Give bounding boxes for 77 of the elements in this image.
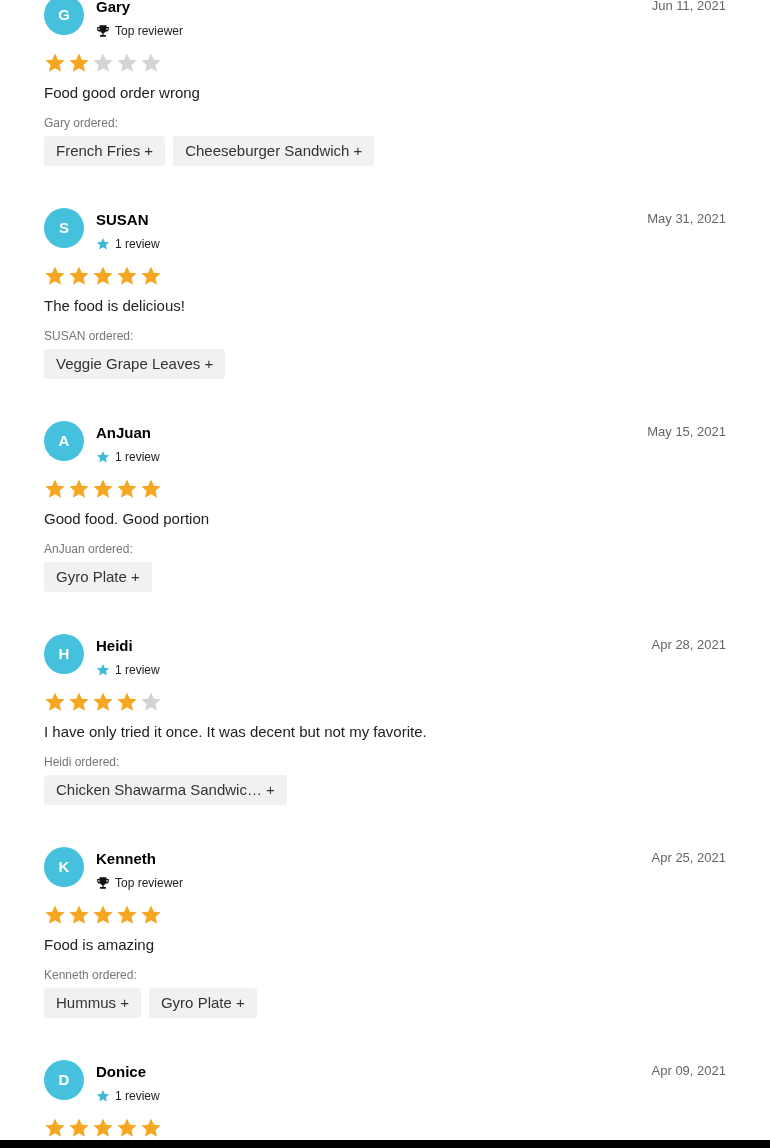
- avatar: K: [44, 847, 84, 887]
- star-icon: [96, 237, 110, 251]
- reviewer-name: Gary: [96, 0, 131, 17]
- reviewer-name: SUSAN: [96, 210, 149, 230]
- star-icon: [92, 265, 114, 287]
- ordered-item-chip[interactable]: Gyro Plate +: [44, 562, 152, 592]
- ordered-label: Heidi ordered:: [44, 754, 121, 770]
- star-icon: [92, 1117, 114, 1139]
- star-icon: [44, 478, 66, 500]
- star-icon: [140, 691, 162, 713]
- star-icon: [96, 663, 110, 677]
- ordered-label: Gary ordered:: [44, 115, 120, 131]
- star-icon: [68, 478, 90, 500]
- star-icon: [44, 52, 66, 74]
- review-text: I have only tried it once. It was decent but not my favorite.: [44, 722, 428, 742]
- star-icon: [140, 52, 162, 74]
- star-icon: [96, 450, 110, 464]
- star-icon: [116, 265, 138, 287]
- star-icon: [116, 52, 138, 74]
- reviewer-status-label: Top reviewer: [115, 875, 184, 891]
- ordered-item-chip[interactable]: Gyro Plate +: [148, 988, 257, 1018]
- review-date: Apr 28, 2021: [651, 636, 726, 654]
- star-icon: [92, 52, 114, 74]
- ordered-item-chip[interactable]: Hummus +: [44, 988, 141, 1018]
- reviewer-status-label: Top reviewer: [115, 23, 184, 39]
- review-text: The food is delicious!: [44, 296, 186, 316]
- star-icon: [68, 52, 90, 74]
- ordered-label: AnJuan ordered:: [44, 541, 134, 557]
- reviewer-name: Donice: [96, 1062, 146, 1082]
- ordered-label: Kenneth ordered:: [44, 967, 138, 983]
- star-icon: [92, 691, 114, 713]
- review-date: May 31, 2021: [647, 210, 726, 228]
- star-icon: [140, 1117, 162, 1139]
- review-date: Apr 09, 2021: [651, 1062, 726, 1080]
- star-icon: [68, 1117, 90, 1139]
- reviewer-status-label: 1 review: [115, 236, 160, 252]
- reviewer-status-label: 1 review: [115, 662, 160, 678]
- star-icon: [140, 265, 162, 287]
- review-text: Food good order wrong: [44, 83, 201, 103]
- reviewer-status-label: 1 review: [115, 449, 160, 465]
- star-icon: [92, 478, 114, 500]
- star-icon: [116, 478, 138, 500]
- trophy-icon: [96, 24, 110, 38]
- review-date: May 15, 2021: [647, 423, 726, 441]
- star-icon: [96, 1089, 110, 1103]
- avatar: D: [44, 1060, 84, 1100]
- reviewer-name: Heidi: [96, 636, 133, 656]
- star-icon: [140, 478, 162, 500]
- star-icon: [92, 904, 114, 926]
- review-date: Jun 11, 2021: [651, 0, 726, 15]
- star-icon: [68, 691, 90, 713]
- star-icon: [44, 265, 66, 287]
- star-icon: [116, 1117, 138, 1139]
- reviewer-name: AnJuan: [96, 423, 151, 443]
- star-icon: [140, 904, 162, 926]
- ordered-item-chip[interactable]: French Fries +: [44, 136, 166, 166]
- star-icon: [68, 265, 90, 287]
- avatar: A: [44, 421, 84, 461]
- review-text: Good food. Good portion: [44, 509, 211, 529]
- reviewer-status-label: 1 review: [115, 1088, 160, 1104]
- ordered-item-chip[interactable]: Cheeseburger Sandwich +: [173, 136, 375, 166]
- avatar: G: [44, 0, 84, 35]
- star-icon: [68, 904, 90, 926]
- avatar: H: [44, 634, 84, 674]
- star-icon: [44, 691, 66, 713]
- trophy-icon: [96, 876, 110, 890]
- star-icon: [116, 691, 138, 713]
- review-date: Apr 25, 2021: [651, 849, 726, 867]
- ordered-item-chip[interactable]: Veggie Grape Leaves +: [44, 349, 226, 379]
- reviewer-name: Kenneth: [96, 849, 156, 869]
- star-icon: [116, 904, 138, 926]
- ordered-item-chip[interactable]: Chicken Shawarma Sandwic… +: [44, 775, 287, 805]
- review-text: Food is amazing: [44, 935, 156, 955]
- star-icon: [44, 1117, 66, 1139]
- star-icon: [44, 904, 66, 926]
- ordered-label: SUSAN ordered:: [44, 328, 135, 344]
- avatar: S: [44, 208, 84, 248]
